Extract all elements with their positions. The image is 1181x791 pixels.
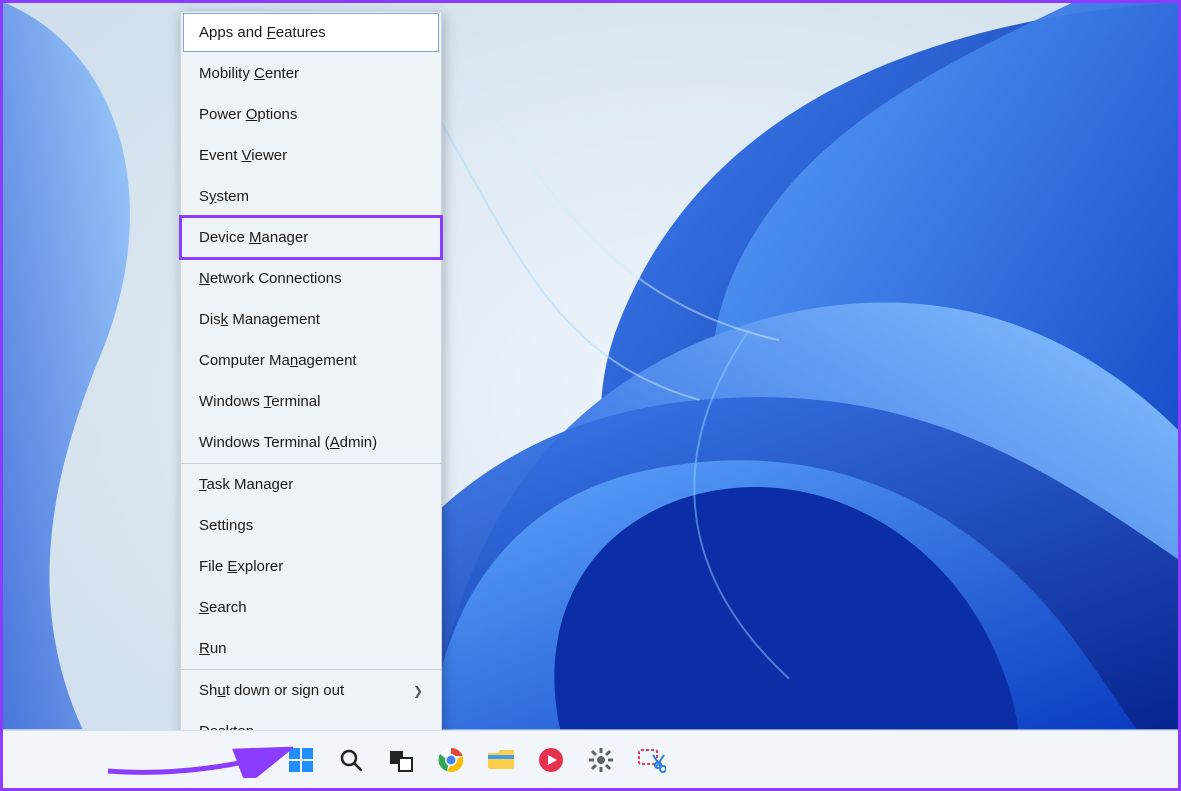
menu-item-network-connections[interactable]: Network Connections bbox=[181, 258, 441, 299]
chevron-right-icon: ❯ bbox=[413, 684, 423, 698]
taskbar-search-icon[interactable] bbox=[335, 744, 367, 776]
taskbar bbox=[3, 730, 1178, 788]
menu-item-label: Event Viewer bbox=[199, 147, 287, 164]
menu-item-label: Computer Management bbox=[199, 352, 357, 369]
menu-item-windows-terminal-admin[interactable]: Windows Terminal (Admin) bbox=[181, 422, 441, 463]
menu-item-search[interactable]: Search bbox=[181, 587, 441, 628]
menu-item-device-manager[interactable]: Device Manager bbox=[181, 217, 441, 258]
menu-item-task-manager[interactable]: Task Manager bbox=[181, 464, 441, 505]
menu-item-label: Mobility Center bbox=[199, 65, 299, 82]
menu-item-system[interactable]: System bbox=[181, 176, 441, 217]
taskbar-chrome-icon[interactable] bbox=[435, 744, 467, 776]
taskbar-media-player-icon[interactable] bbox=[535, 744, 567, 776]
menu-item-settings[interactable]: Settings bbox=[181, 505, 441, 546]
menu-item-label: Windows Terminal bbox=[199, 393, 320, 410]
taskbar-items bbox=[285, 744, 667, 776]
menu-item-label: Search bbox=[199, 599, 247, 616]
menu-item-apps-and-features[interactable]: Apps and Features bbox=[183, 13, 439, 52]
menu-item-label: File Explorer bbox=[199, 558, 283, 575]
taskbar-start-icon[interactable] bbox=[285, 744, 317, 776]
menu-item-shut-down-or-sign-out[interactable]: Shut down or sign out ❯ bbox=[181, 670, 441, 711]
menu-item-label: Shut down or sign out bbox=[199, 682, 344, 699]
menu-item-label: Power Options bbox=[199, 106, 297, 123]
menu-item-label: Disk Management bbox=[199, 311, 320, 328]
menu-item-label: Device Manager bbox=[199, 229, 308, 246]
taskbar-settings-icon[interactable] bbox=[585, 744, 617, 776]
menu-item-power-options[interactable]: Power Options bbox=[181, 94, 441, 135]
menu-item-file-explorer[interactable]: File Explorer bbox=[181, 546, 441, 587]
taskbar-task-view-icon[interactable] bbox=[385, 744, 417, 776]
taskbar-snipping-tool-icon[interactable] bbox=[635, 744, 667, 776]
taskbar-file-explorer-icon[interactable] bbox=[485, 744, 517, 776]
menu-item-run[interactable]: Run bbox=[181, 628, 441, 669]
menu-item-label: Windows Terminal (Admin) bbox=[199, 434, 377, 451]
menu-item-computer-management[interactable]: Computer Management bbox=[181, 340, 441, 381]
menu-item-label: System bbox=[199, 188, 249, 205]
menu-item-disk-management[interactable]: Disk Management bbox=[181, 299, 441, 340]
menu-item-label: Run bbox=[199, 640, 227, 657]
menu-item-windows-terminal[interactable]: Windows Terminal bbox=[181, 381, 441, 422]
menu-item-label: Apps and Features bbox=[199, 24, 326, 41]
menu-item-mobility-center[interactable]: Mobility Center bbox=[181, 53, 441, 94]
menu-item-label: Settings bbox=[199, 517, 253, 534]
menu-item-label: Task Manager bbox=[199, 476, 293, 493]
menu-item-event-viewer[interactable]: Event Viewer bbox=[181, 135, 441, 176]
winx-context-menu: Apps and Features Mobility Center Power Op… bbox=[180, 11, 442, 753]
menu-item-label: Network Connections bbox=[199, 270, 342, 287]
